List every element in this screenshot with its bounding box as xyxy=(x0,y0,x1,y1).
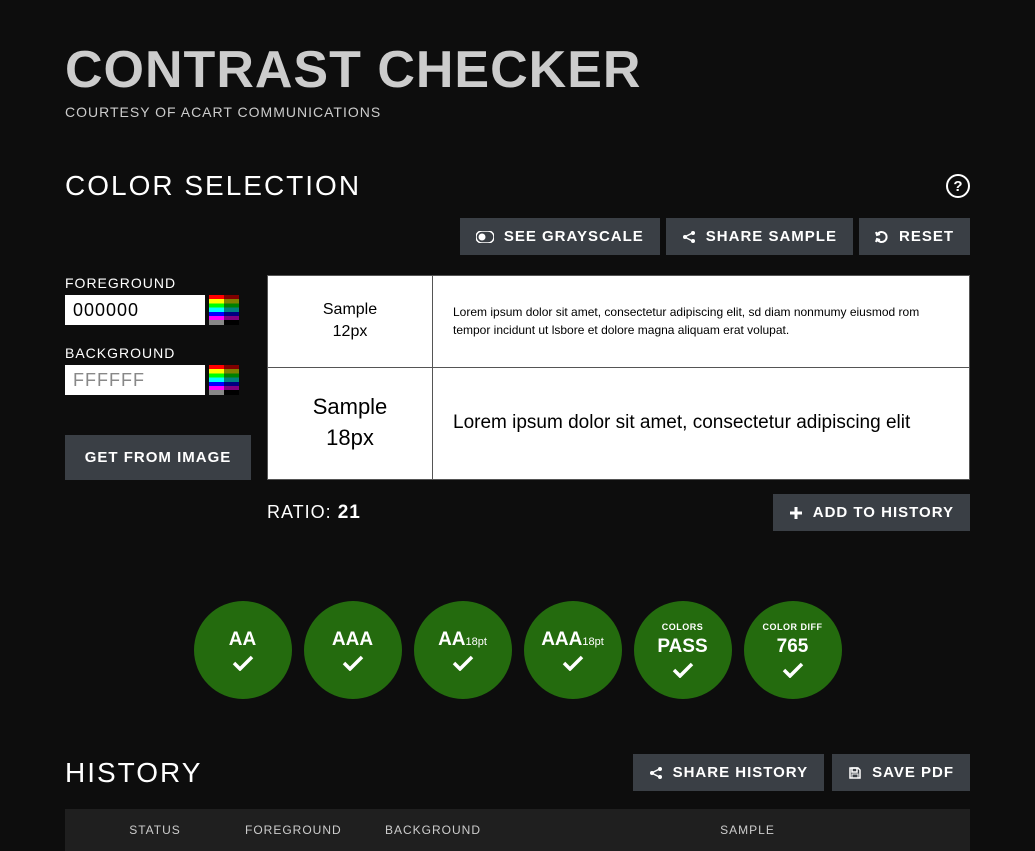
history-table-header: STATUS FOREGROUND BACKGROUND SAMPLE xyxy=(65,809,970,851)
check-icon xyxy=(232,655,254,671)
get-from-image-button[interactable]: GET FROM IMAGE xyxy=(65,435,251,480)
sample-size-12: 12px xyxy=(288,321,412,343)
color-inputs-panel: FOREGROUND BACKGROUND GET FROM IMAGE xyxy=(65,275,251,480)
th-background: BACKGROUND xyxy=(385,823,525,837)
subtitle: COURTESY OF ACART COMMUNICATIONS xyxy=(65,104,970,120)
result-aaa18: AAA18pt xyxy=(524,601,622,699)
check-icon xyxy=(562,655,584,671)
section-title-color-selection: COLOR SELECTION xyxy=(65,170,361,202)
sample-table: Sample 12px Lorem ipsum dolor sit amet, … xyxy=(267,275,970,480)
toolbar: SEE GRAYSCALE SHARE SAMPLE RESET xyxy=(65,218,970,255)
sample-18-label-cell: Sample 18px xyxy=(268,367,433,479)
result-colordiff-label: 765 xyxy=(777,636,809,658)
reset-label: RESET xyxy=(899,228,954,245)
foreground-label: FOREGROUND xyxy=(65,275,251,291)
result-colors-label: PASS xyxy=(657,636,707,658)
ratio-display: RATIO: 21 xyxy=(267,502,361,524)
check-icon xyxy=(782,662,804,678)
share-sample-label: SHARE SAMPLE xyxy=(706,228,837,245)
foreground-palette-icon[interactable] xyxy=(209,295,239,325)
results-row: AA AAA AA18pt AAA18pt COLORS PASS COLOR … xyxy=(65,601,970,699)
result-aaa-label: AAA xyxy=(332,629,373,651)
help-icon[interactable]: ? xyxy=(946,174,970,198)
result-aaa: AAA xyxy=(304,601,402,699)
sample-label-12: Sample xyxy=(288,299,412,321)
sample-12-label-cell: Sample 12px xyxy=(268,276,433,368)
share-icon xyxy=(649,766,663,780)
foreground-input[interactable] xyxy=(65,295,205,325)
background-input[interactable] xyxy=(65,365,205,395)
add-history-label: ADD TO HISTORY xyxy=(813,504,954,521)
check-icon xyxy=(342,655,364,671)
th-foreground: FOREGROUND xyxy=(245,823,385,837)
result-colors: COLORS PASS xyxy=(634,601,732,699)
toggle-icon xyxy=(476,231,494,243)
result-colordiff: COLOR DIFF 765 xyxy=(744,601,842,699)
th-status: STATUS xyxy=(65,823,245,837)
result-colors-top: COLORS xyxy=(662,622,704,632)
result-aaa18-label: AAA18pt xyxy=(541,629,604,651)
app-title: CONTRAST CHECKER xyxy=(65,40,970,100)
reset-button[interactable]: RESET xyxy=(859,218,970,255)
result-aa: AA xyxy=(194,601,292,699)
section-title-history: HISTORY xyxy=(65,757,202,789)
sample-text-12: Lorem ipsum dolor sit amet, consectetur … xyxy=(433,276,970,368)
result-aa18-label: AA18pt xyxy=(438,629,487,651)
result-colordiff-top: COLOR DIFF xyxy=(763,622,823,632)
save-pdf-label: SAVE PDF xyxy=(872,764,954,781)
save-pdf-button[interactable]: SAVE PDF xyxy=(832,754,970,791)
sample-label-18: Sample xyxy=(288,392,412,423)
share-sample-button[interactable]: SHARE SAMPLE xyxy=(666,218,853,255)
th-sample: SAMPLE xyxy=(525,823,970,837)
check-icon xyxy=(452,655,474,671)
plus-icon xyxy=(789,506,803,520)
background-palette-icon[interactable] xyxy=(209,365,239,395)
reset-icon xyxy=(875,230,889,244)
sample-size-18: 18px xyxy=(288,423,412,454)
share-history-label: SHARE HISTORY xyxy=(673,764,809,781)
result-aa18: AA18pt xyxy=(414,601,512,699)
grayscale-button[interactable]: SEE GRAYSCALE xyxy=(460,218,660,255)
sample-text-18: Lorem ipsum dolor sit amet, consectetur … xyxy=(433,367,970,479)
grayscale-label: SEE GRAYSCALE xyxy=(504,228,644,245)
save-icon xyxy=(848,766,862,780)
ratio-label: RATIO: xyxy=(267,502,332,522)
share-icon xyxy=(682,230,696,244)
check-icon xyxy=(672,662,694,678)
result-aa-label: AA xyxy=(229,629,256,651)
add-to-history-button[interactable]: ADD TO HISTORY xyxy=(773,494,970,531)
background-label: BACKGROUND xyxy=(65,345,251,361)
ratio-value: 21 xyxy=(338,502,361,523)
share-history-button[interactable]: SHARE HISTORY xyxy=(633,754,825,791)
